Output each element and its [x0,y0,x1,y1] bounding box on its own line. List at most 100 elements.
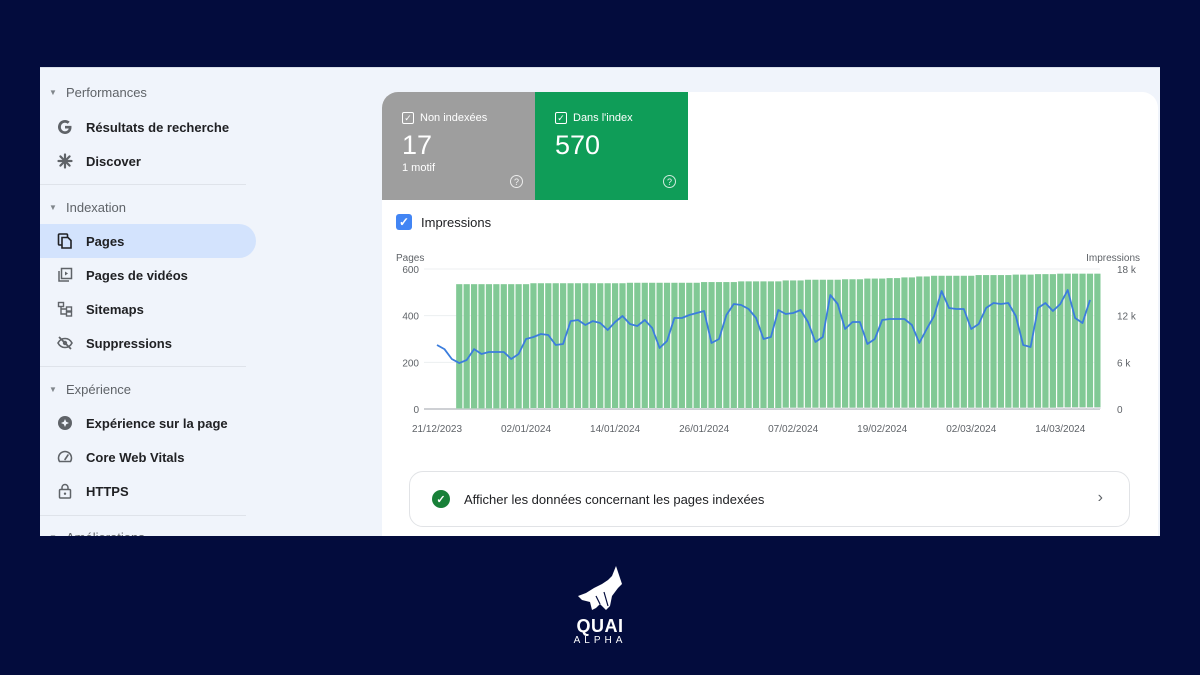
chart-svg: 0 200 400 600 0 6 k 12 k 18 k 21/12/2023 02/01/20… [402,265,1137,435]
bar-not-indexed [960,407,967,409]
checkbox-icon[interactable]: ✓ [555,112,567,124]
tile-not-indexed[interactable]: ✓ Non indexées 17 1 motif ? [382,92,535,200]
sidebar-divider [40,515,246,516]
bar-indexed [470,284,478,409]
checkbox-icon[interactable]: ✓ [402,112,414,124]
sidebar: ▼ Performances Résultats de recherche Di… [40,68,260,536]
impressions-label: Impressions [421,214,492,230]
bar-not-indexed [723,408,730,409]
bar-indexed [997,275,1005,408]
bar-indexed [1057,273,1064,408]
bar-indexed [567,283,574,409]
bar-indexed [530,283,537,409]
bar-indexed [1034,274,1042,408]
sidebar-item-discover[interactable]: Discover [40,144,256,178]
sidebar-item-pages[interactable]: Pages [40,224,256,258]
section-performances[interactable]: ▼ Performances [40,82,147,102]
bar-not-indexed [738,408,745,409]
bar-indexed [560,283,567,409]
bar-indexed [456,284,463,409]
help-icon[interactable]: ? [510,175,523,188]
bar-indexed [931,275,938,408]
sidebar-item-sitemaps[interactable]: Sitemaps [40,292,256,326]
bar-indexed [982,275,990,408]
bar-not-indexed [1094,407,1101,409]
bar-not-indexed [641,408,648,409]
bar-indexed [545,283,552,409]
bar-indexed [686,282,693,409]
bar-not-indexed [752,408,760,409]
bar-not-indexed [871,407,878,409]
bar-indexed [849,279,856,408]
bar-indexed [641,282,648,409]
bar-indexed [619,283,626,409]
tile-value: 17 [402,130,433,160]
lock-icon [40,483,86,499]
sidebar-item-video-pages[interactable]: Pages de vidéos [40,258,256,292]
bar-not-indexed [879,407,886,409]
sidebar-item-https[interactable]: HTTPS [40,474,256,508]
sidebar-divider [40,366,246,367]
checkbox-checked-icon[interactable]: ✓ [396,214,412,230]
x-tick-label: 14/03/2024 [1035,424,1085,435]
bar-not-indexed [782,407,789,409]
bar-not-indexed [990,407,997,409]
bar-not-indexed [982,407,990,409]
bar-not-indexed [730,408,737,409]
indexed-pages-link-card[interactable]: ✓ Afficher les données concernant les pa… [409,471,1130,527]
bar-indexed [723,282,730,409]
x-tick-label: 19/02/2024 [857,424,907,435]
bar-indexed [478,284,485,409]
bar-not-indexed [663,408,671,409]
left-tick-label: 200 [402,358,419,369]
search-console-frame: ▼ Performances Résultats de recherche Di… [40,67,1160,536]
bar-indexed [960,275,967,408]
caret-down-icon: ▼ [49,202,57,212]
sidebar-item-core-web-vitals[interactable]: Core Web Vitals [40,440,256,474]
bar-indexed [693,282,700,409]
sidebar-item-search-results[interactable]: Résultats de recherche [40,110,256,144]
left-tick-label: 0 [413,405,419,416]
sidebar-item-removals[interactable]: Suppressions [40,326,256,360]
bar-indexed [1005,275,1012,408]
x-tick-label: 02/01/2024 [501,424,551,435]
bar-not-indexed [686,408,693,409]
bar-not-indexed [849,407,856,409]
google-g-icon [40,119,86,135]
bar-indexed [767,281,775,409]
bar-not-indexed [567,408,574,409]
help-icon[interactable]: ? [663,175,676,188]
bar-not-indexed [856,407,864,409]
bar-indexed [1072,273,1079,408]
section-improvements[interactable]: ▼ Améliorations [40,527,145,537]
bar-indexed [582,283,589,409]
sidebar-item-page-experience[interactable]: Expérience sur la page [40,406,256,440]
bar-not-indexed [693,408,700,409]
bar-not-indexed [715,408,723,409]
bar-indexed [804,279,812,408]
check-circle-icon: ✓ [432,490,450,508]
bar-not-indexed [938,407,945,409]
bar-not-indexed [864,407,871,409]
bar-not-indexed [560,408,567,409]
bar-not-indexed [908,407,915,409]
chevron-right-icon: › [1097,489,1103,506]
bar-not-indexed [1034,407,1042,409]
section-indexation[interactable]: ▼ Indexation [40,197,126,217]
bar-not-indexed [953,407,960,409]
impressions-toggle[interactable]: ✓ Impressions [396,214,491,230]
bar-indexed [990,275,997,408]
bar-not-indexed [1005,407,1012,409]
tile-indexed[interactable]: ✓ Dans l'index 570 ? [535,92,688,200]
bar-indexed [834,279,841,408]
bar-not-indexed [1072,407,1079,409]
pages-icon [40,233,86,249]
quai-alpha-logo: QUAI ALPHA [572,566,628,650]
bar-indexed [522,284,530,409]
bar-not-indexed [537,408,544,409]
section-experience[interactable]: ▼ Expérience [40,379,131,399]
bar-not-indexed [678,408,685,409]
bar-indexed [856,279,864,408]
bar-indexed [760,281,767,409]
bar-indexed [879,278,886,408]
